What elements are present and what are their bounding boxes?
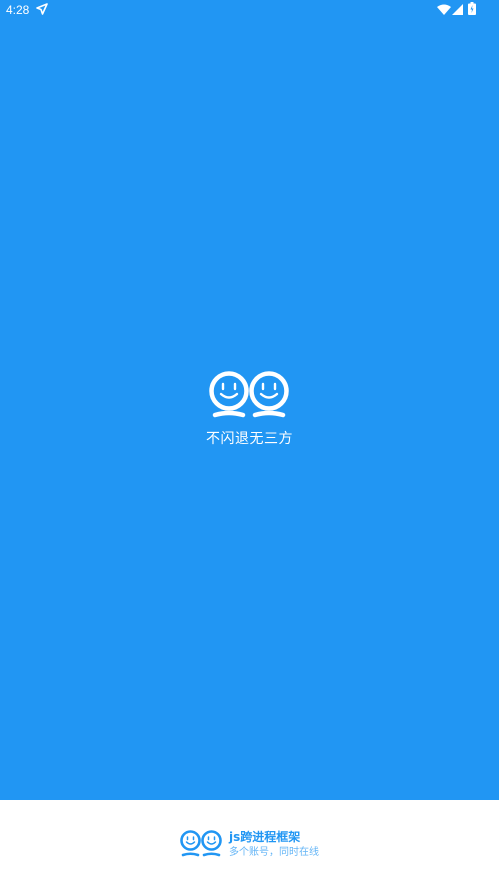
status-bar: 4:28 (0, 0, 499, 22)
wifi-icon (437, 4, 451, 15)
footer-logo-icon (180, 830, 222, 857)
screen: 4:28 不闪退无三方 js跨进程框架 多个账号，同时在线 (0, 0, 499, 887)
status-time: 4:28 (6, 3, 30, 17)
splash-tagline: 不闪退无三方 (206, 431, 293, 447)
brand-subtitle: 多个账号，同时在线 (229, 847, 319, 858)
app-logo-icon (209, 371, 289, 418)
location-arrow-icon (36, 3, 48, 15)
battery-icon (468, 2, 476, 15)
brand-title: js跨进程框架 (229, 830, 301, 844)
splash-background: 4:28 不闪退无三方 (0, 0, 499, 800)
brand-footer: js跨进程框架 多个账号，同时在线 (0, 800, 499, 887)
signal-icon (452, 4, 463, 15)
